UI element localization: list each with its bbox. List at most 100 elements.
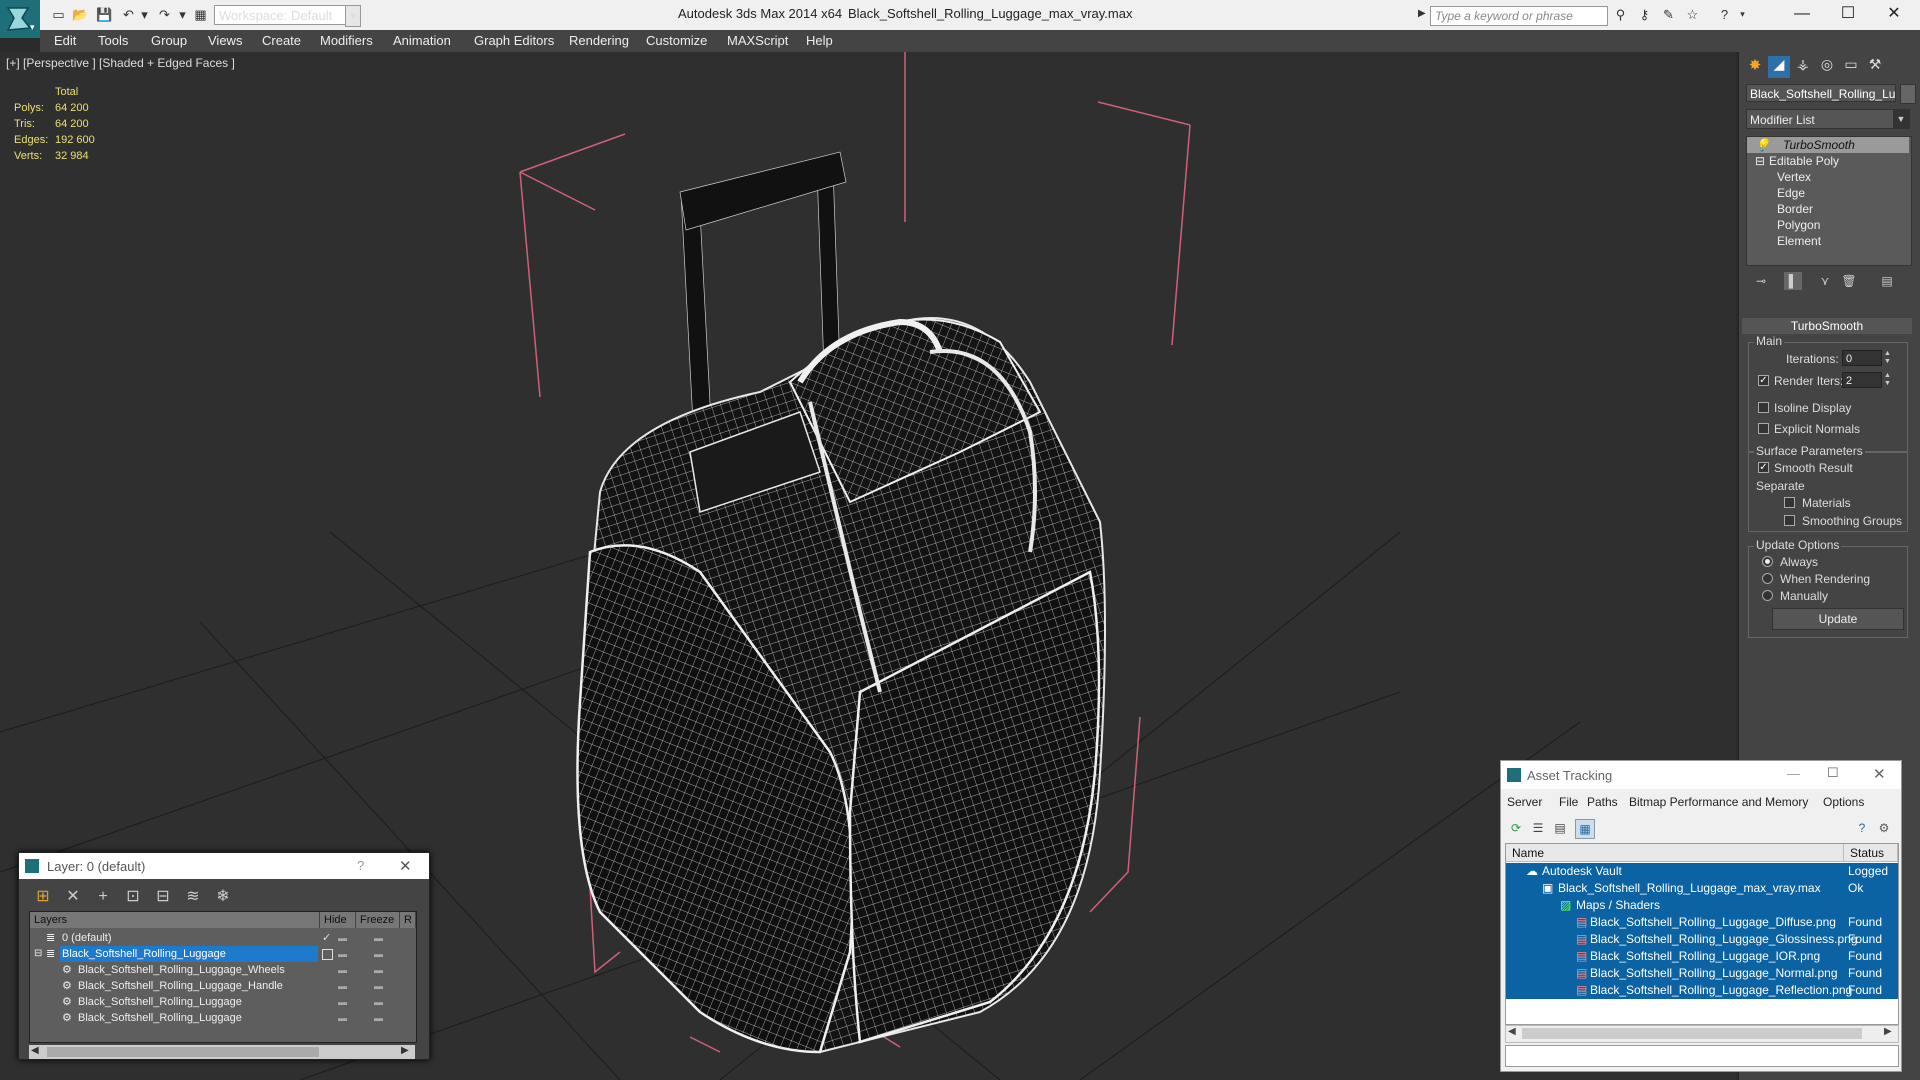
freeze-toggle[interactable]: ▬ bbox=[374, 1010, 383, 1026]
col-freeze[interactable]: Freeze bbox=[356, 912, 400, 928]
table-view-icon[interactable]: ▤ bbox=[1551, 819, 1569, 837]
binoculars-icon[interactable]: ⚲ bbox=[1612, 7, 1629, 22]
layer-row[interactable]: ⚙ Black_Softshell_Rolling_Luggage ▬ ▬ bbox=[30, 1010, 414, 1026]
scroll-left-icon[interactable]: ◀ bbox=[1508, 1026, 1516, 1037]
layer-row[interactable]: ⚙ Black_Softshell_Rolling_Luggage_Handle… bbox=[30, 978, 414, 994]
create-layer-icon[interactable]: ⊞ bbox=[33, 887, 53, 907]
app-menu-button[interactable]: ▾ bbox=[0, 0, 40, 38]
search-input[interactable] bbox=[1430, 6, 1608, 26]
render-iters-spinner[interactable]: 2 bbox=[1842, 372, 1882, 388]
layer-row[interactable]: ≣ 0 (default) ✓ ▬ ▬ bbox=[30, 930, 414, 946]
spinner-arrows-icon[interactable]: ▲ ▼ bbox=[1884, 372, 1891, 388]
hide-toggle[interactable]: ▬ bbox=[338, 930, 347, 946]
freeze-toggle[interactable]: ▬ bbox=[374, 946, 383, 962]
layer-row[interactable]: ⚙ Black_Softshell_Rolling_Luggage ▬ ▬ bbox=[30, 994, 414, 1010]
maximize-icon[interactable]: ☐ bbox=[1827, 765, 1839, 781]
lightbulb-icon[interactable]: 💡 bbox=[1755, 137, 1770, 153]
remove-modifier-icon[interactable]: 🗑 bbox=[1840, 272, 1858, 290]
hide-all-layers-icon[interactable]: ≋ bbox=[183, 887, 203, 907]
when-rendering-radio[interactable] bbox=[1762, 573, 1773, 584]
minimize-icon[interactable]: — bbox=[1787, 766, 1800, 781]
asset-row[interactable]: ▤ Black_Softshell_Rolling_Luggage_Normal… bbox=[1506, 965, 1898, 982]
asset-menu-server[interactable]: Server bbox=[1507, 795, 1542, 809]
undo-icon[interactable]: ↶ bbox=[120, 7, 137, 22]
hide-toggle[interactable]: ▬ bbox=[338, 994, 347, 1010]
show-end-result-icon[interactable]: ▌ bbox=[1784, 272, 1802, 290]
hide-toggle[interactable]: ▬ bbox=[338, 978, 347, 994]
update-button[interactable]: Update bbox=[1772, 608, 1904, 630]
menu-group[interactable]: Group bbox=[151, 33, 187, 48]
favorites-star-icon[interactable]: ☆ bbox=[1684, 7, 1701, 22]
spinner-arrows-icon[interactable]: ▲ ▼ bbox=[1884, 350, 1891, 366]
asset-row[interactable]: ☁ Autodesk Vault Logged bbox=[1506, 863, 1898, 880]
collapse-icon[interactable]: ⊟ bbox=[34, 946, 42, 962]
modifier-list-dropdown[interactable]: Modifier List bbox=[1746, 109, 1910, 129]
asset-dialog-titlebar[interactable]: Asset Tracking — ☐ ✕ bbox=[1501, 761, 1901, 789]
redo-dropdown-icon[interactable]: ▾ bbox=[174, 7, 191, 22]
col-hide[interactable]: Hide bbox=[320, 912, 356, 928]
minimize-icon[interactable]: — bbox=[1780, 2, 1824, 26]
iterations-spinner[interactable]: 0 bbox=[1842, 350, 1882, 366]
menu-tools[interactable]: Tools bbox=[98, 33, 128, 48]
undo-dropdown-icon[interactable]: ▾ bbox=[136, 7, 153, 22]
project-folder-icon[interactable]: ▦ bbox=[192, 7, 209, 22]
freeze-toggle[interactable]: ▬ bbox=[374, 962, 383, 978]
stack-item-vertex[interactable]: Vertex bbox=[1747, 169, 1909, 185]
scrollbar-thumb[interactable] bbox=[47, 1047, 319, 1057]
utilities-tab-icon[interactable]: ⚒ bbox=[1864, 56, 1886, 78]
list-view-icon[interactable]: ☰ bbox=[1529, 819, 1547, 837]
workspace-select[interactable]: Workspace: Default bbox=[214, 5, 346, 25]
asset-menu-paths[interactable]: Paths bbox=[1587, 795, 1618, 809]
hierarchy-tab-icon[interactable]: ⚶ bbox=[1792, 56, 1814, 78]
collapse-icon[interactable]: ⊟ bbox=[1755, 153, 1765, 169]
configure-modifier-sets-icon[interactable]: ▤ bbox=[1878, 272, 1896, 290]
stack-item-polygon[interactable]: Polygon bbox=[1747, 217, 1909, 233]
col-layers[interactable]: Layers bbox=[30, 912, 320, 928]
make-unique-icon[interactable]: ⋎ bbox=[1816, 272, 1834, 290]
stack-item-element[interactable]: Element bbox=[1747, 233, 1909, 249]
redo-icon[interactable]: ↷ bbox=[156, 7, 173, 22]
menu-help[interactable]: Help bbox=[806, 33, 833, 48]
settings-icon[interactable]: ⚙ bbox=[1875, 819, 1893, 837]
close-icon[interactable]: ✕ bbox=[399, 857, 412, 875]
freeze-all-layers-icon[interactable]: ❄ bbox=[213, 887, 233, 907]
menu-rendering[interactable]: Rendering bbox=[569, 33, 629, 48]
asset-row[interactable]: ▤ Black_Softshell_Rolling_Luggage_Reflec… bbox=[1506, 982, 1898, 999]
maximize-icon[interactable]: ☐ bbox=[1826, 2, 1870, 26]
asset-menu-options[interactable]: Options bbox=[1823, 795, 1864, 809]
stack-item-editable-poly[interactable]: ⊟ Editable Poly bbox=[1747, 153, 1909, 169]
close-icon[interactable]: ✕ bbox=[1872, 2, 1916, 26]
modify-tab-icon[interactable]: ◢ bbox=[1768, 56, 1790, 78]
object-color-swatch[interactable] bbox=[1900, 84, 1916, 104]
refresh-icon[interactable]: ⟳ bbox=[1507, 819, 1525, 837]
asset-row[interactable]: ▤ Black_Softshell_Rolling_Luggage_Diffus… bbox=[1506, 914, 1898, 931]
object-name-field[interactable]: Black_Softshell_Rolling_Luggage bbox=[1746, 84, 1896, 102]
col-status[interactable]: Status bbox=[1844, 844, 1898, 862]
motion-tab-icon[interactable]: ◎ bbox=[1816, 56, 1838, 78]
hide-toggle[interactable]: ▬ bbox=[338, 962, 347, 978]
display-tab-icon[interactable]: ▭ bbox=[1840, 56, 1862, 78]
asset-row[interactable]: ▨ Maps / Shaders bbox=[1506, 897, 1898, 914]
delete-layer-icon[interactable]: ✕ bbox=[63, 887, 83, 907]
asset-row[interactable]: ▤ Black_Softshell_Rolling_Luggage_IOR.pn… bbox=[1506, 948, 1898, 965]
key-icon[interactable]: ⚷ bbox=[1636, 7, 1653, 22]
stack-item-border[interactable]: Border bbox=[1747, 201, 1909, 217]
freeze-toggle[interactable]: ▬ bbox=[374, 978, 383, 994]
menu-create[interactable]: Create bbox=[262, 33, 301, 48]
menu-modifiers[interactable]: Modifiers bbox=[320, 33, 373, 48]
menu-customize[interactable]: Customize bbox=[646, 33, 707, 48]
horizontal-scrollbar[interactable]: ◀ ▶ bbox=[29, 1045, 415, 1059]
asset-menu-file[interactable]: File bbox=[1559, 795, 1578, 809]
smoothing-groups-checkbox[interactable] bbox=[1784, 515, 1795, 526]
manually-radio[interactable] bbox=[1762, 590, 1773, 601]
asset-menu-bitmap-performance[interactable]: Bitmap Performance and Memory bbox=[1629, 795, 1808, 809]
save-icon[interactable]: 💾 bbox=[96, 7, 113, 22]
materials-checkbox[interactable] bbox=[1784, 497, 1795, 508]
stack-item-edge[interactable]: Edge bbox=[1747, 185, 1909, 201]
add-to-layer-icon[interactable]: + bbox=[93, 887, 113, 907]
menu-graph-editors[interactable]: Graph Editors bbox=[474, 33, 554, 48]
communication-icon[interactable]: ✎ bbox=[1660, 7, 1677, 22]
stack-item-turbosmooth[interactable]: 💡 TurboSmooth bbox=[1747, 137, 1909, 153]
scroll-right-icon[interactable]: ▶ bbox=[1884, 1026, 1892, 1037]
help-icon[interactable]: ? bbox=[357, 858, 364, 873]
